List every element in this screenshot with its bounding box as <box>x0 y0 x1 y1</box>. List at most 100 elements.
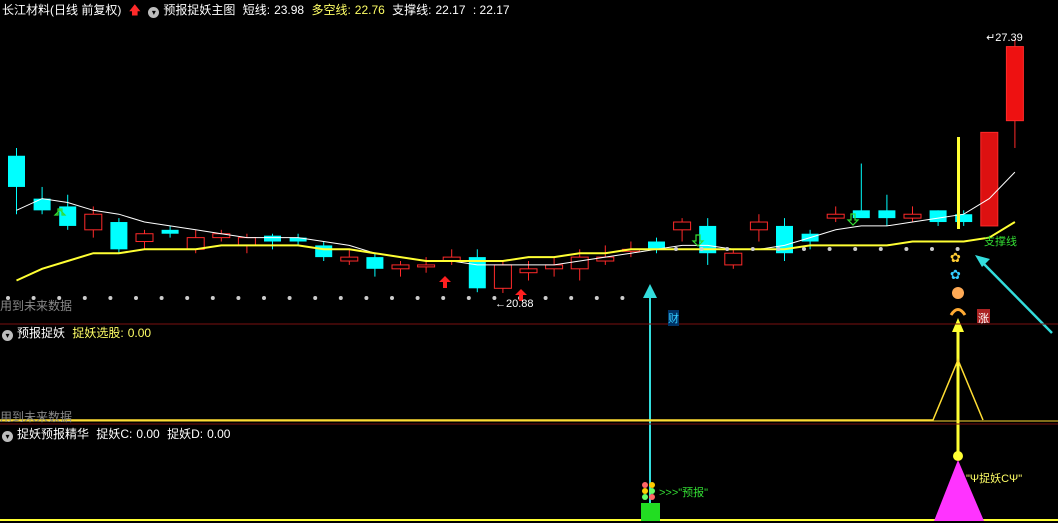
candle-body[interactable] <box>366 257 384 269</box>
candle-body[interactable] <box>570 256 589 270</box>
candle-body[interactable] <box>749 221 768 231</box>
dot-marker <box>543 296 548 300</box>
indicator-name[interactable]: 预报捉妖主图 <box>163 3 235 17</box>
candle-body[interactable] <box>878 210 896 219</box>
panel2-field-label: 捉妖选股: <box>72 326 124 340</box>
panel3-header: ▾ 捉妖预报精华 捉妖C: 0.00 捉妖D: 0.00 <box>2 425 234 443</box>
dot-marker <box>878 247 883 251</box>
stock-title[interactable]: 长江材料(日线 前复权) <box>2 3 121 17</box>
candle-body[interactable] <box>493 264 512 289</box>
dot-marker <box>776 247 781 251</box>
face-icon <box>952 287 964 299</box>
dot-marker <box>750 247 755 251</box>
dot-marker <box>674 247 678 251</box>
dot-marker <box>210 296 215 300</box>
dot-marker <box>159 296 164 300</box>
dot-marker <box>569 296 574 300</box>
short-line <box>16 171 1016 266</box>
chevron-down-icon[interactable]: ▾ <box>2 330 13 341</box>
candle-body[interactable] <box>929 210 947 223</box>
support-line-label: 支撑线 <box>984 236 1017 248</box>
candle-body[interactable] <box>161 229 179 234</box>
cyan-diagonal-arrow <box>981 261 1053 334</box>
candle-body[interactable] <box>391 264 410 270</box>
panel3-c-value: 0.00 <box>136 427 160 441</box>
candle-body[interactable] <box>237 237 256 246</box>
forecast-label: >>>"预报" <box>659 487 709 499</box>
dot-marker <box>594 296 599 300</box>
dot-marker <box>313 296 318 300</box>
signal-dots-icon <box>642 482 655 500</box>
arc-icon <box>949 308 967 316</box>
cai-label: 财 <box>668 310 679 326</box>
dot-marker <box>390 296 394 300</box>
green-signal-bar <box>641 503 660 521</box>
dot-marker <box>904 247 909 251</box>
dot-marker <box>236 296 241 300</box>
candle-body[interactable] <box>724 252 743 266</box>
panel3-name[interactable]: 捉妖预报精华 <box>17 427 89 441</box>
dot-marker <box>802 247 806 251</box>
dot-marker <box>108 296 113 300</box>
candle-body[interactable] <box>315 245 333 258</box>
main-watermark: 用到未来数据 <box>0 299 73 313</box>
candle-body[interactable] <box>417 264 436 268</box>
bull-bear-value: 22.76 <box>354 3 385 17</box>
candle-body[interactable] <box>110 222 128 250</box>
up-arrow-icon: 🡅 <box>128 3 142 17</box>
dot-marker <box>699 247 704 251</box>
dot-marker <box>853 247 858 251</box>
panel3-c-label: 捉妖C: <box>96 427 133 441</box>
short-line-value: 23.98 <box>274 3 305 17</box>
dot-marker <box>364 296 369 300</box>
candle-body[interactable] <box>264 235 281 242</box>
dot-marker <box>441 296 446 300</box>
dot-marker <box>827 247 832 251</box>
candle-body[interactable] <box>980 131 999 227</box>
candle-body[interactable] <box>519 268 538 274</box>
support-value: 22.17 <box>435 3 466 17</box>
red-up-arrow-icon <box>439 276 451 288</box>
candle-body[interactable] <box>8 155 25 187</box>
candle-body[interactable] <box>826 213 845 219</box>
panel2-name[interactable]: 预报捉妖 <box>17 326 65 340</box>
short-line-label: 短线: <box>242 3 271 17</box>
candle-body[interactable] <box>33 198 51 211</box>
panel2-signal-line <box>0 358 984 421</box>
candle-body[interactable] <box>135 233 154 243</box>
candle-body[interactable] <box>673 221 692 231</box>
support-label: 支撑线: <box>392 3 432 17</box>
dot-marker <box>338 296 343 300</box>
panel2-watermark: 用到未来数据 <box>0 410 73 424</box>
dot-marker <box>185 296 190 300</box>
candle-body[interactable] <box>1005 46 1024 122</box>
dot-marker <box>620 296 625 300</box>
chevron-down-icon[interactable]: ▾ <box>148 7 160 18</box>
main-header: 长江材料(日线 前复权) 🡅 ▾ 预报捉妖主图 短线: 23.98 多空线: 22.7… <box>2 1 514 19</box>
dot-marker <box>134 296 138 300</box>
candle-body[interactable] <box>340 256 359 262</box>
panel2-header: ▾ 预报捉妖 捉妖选股: 0.00 <box>2 324 155 342</box>
dot-marker <box>262 296 266 300</box>
dot-marker <box>725 247 730 251</box>
candles-layer <box>8 39 1024 293</box>
low-price-label: ←20.88 <box>495 298 534 310</box>
candle-body[interactable] <box>903 213 922 219</box>
bull-bear-label: 多空线: <box>311 3 351 17</box>
dot-marker <box>930 247 934 251</box>
candle-body[interactable] <box>84 213 103 231</box>
panel2-field-value: 0.00 <box>127 326 152 340</box>
dot-marker <box>82 296 87 300</box>
candle-body[interactable] <box>545 264 564 270</box>
butterfly-icon: ✿ <box>950 267 961 282</box>
dot-marker <box>466 296 471 300</box>
panel3-d-value: 0.00 <box>207 427 231 441</box>
dot-marker <box>415 296 420 300</box>
butterfly-icon: ✿ <box>950 250 961 265</box>
stock-chart[interactable]: ✿ ✿ <box>0 0 1058 523</box>
highlight-stripe <box>957 137 960 229</box>
dot-marker <box>287 296 292 300</box>
catch-label: "Ψ捉妖CΨ" <box>966 473 1023 485</box>
chevron-down-icon[interactable]: ▾ <box>2 431 13 442</box>
panel3-d-label: 捉妖D: <box>167 427 204 441</box>
